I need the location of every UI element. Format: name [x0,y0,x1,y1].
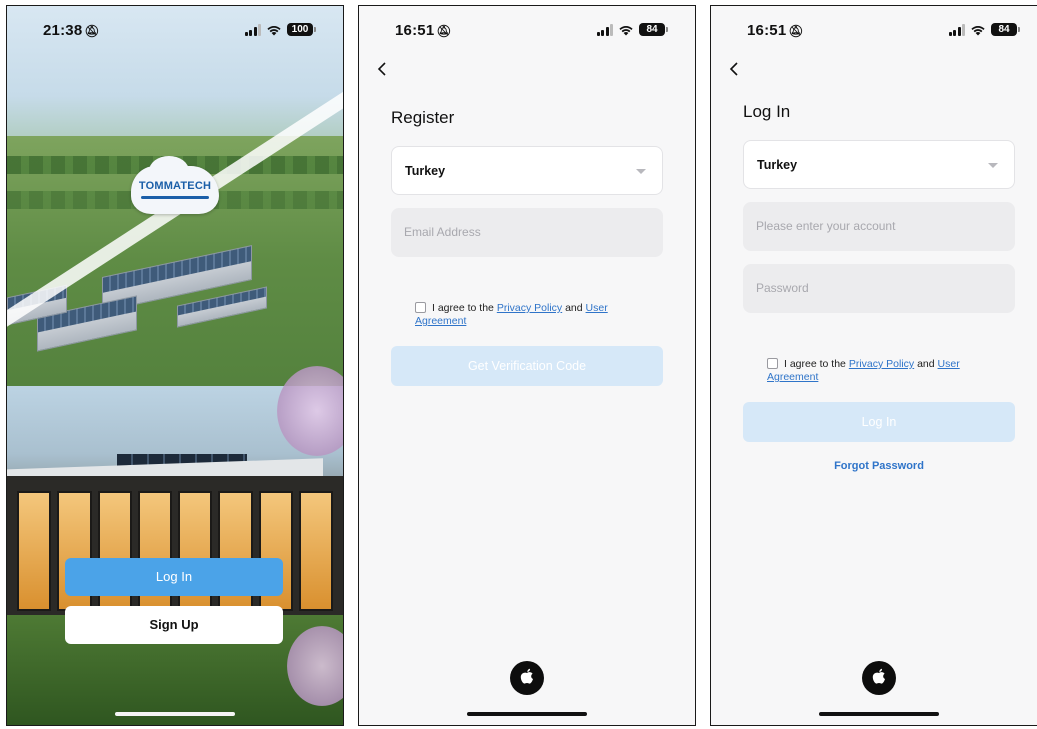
email-input[interactable]: Email Address [391,208,663,257]
login-submit-button[interactable]: Log In [743,402,1015,442]
agreement-row: I agree to the Privacy Policy and User A… [415,302,608,327]
home-indicator [819,712,939,716]
login-screen: 16:51 🔕︎ 84 Log In Turkey Please enter yo… [710,5,1037,726]
bell-slash-icon: 🔕︎ [436,24,452,38]
battery-icon: 84 [991,23,1020,36]
page-title: Log In [743,102,791,121]
status-bar: 21:38 🔕︎ 100 [7,20,343,44]
agree-checkbox[interactable] [767,358,778,369]
signal-icon [596,23,613,36]
battery-icon: 84 [639,23,668,36]
agreement-row: I agree to the Privacy Policy and User A… [767,358,960,383]
dropdown-caret-icon [988,163,998,168]
privacy-policy-link[interactable]: Privacy Policy [497,302,562,314]
home-indicator [115,712,235,716]
brand-logo: TOMMATECH [131,156,219,214]
wifi-icon [619,25,633,35]
back-chevron-icon [729,62,738,76]
signal-icon [244,23,261,36]
country-value: Turkey [405,164,446,178]
login-button[interactable]: Log In [65,558,283,596]
signup-button[interactable]: Sign Up [65,606,283,644]
apple-icon [520,668,533,684]
status-time: 16:51 🔕︎ [395,22,452,39]
country-select[interactable]: Turkey [743,140,1015,189]
back-button[interactable] [377,60,387,81]
apple-signin-button[interactable] [510,661,544,695]
password-input[interactable]: Password [743,264,1015,313]
wifi-icon [267,25,281,35]
page-title: Register [391,108,455,127]
country-value: Turkey [757,158,798,172]
landing-screen: 21:38 🔕︎ 100 TOMMATECH Log In Sign Up [6,5,344,726]
bell-slash-icon: 🔕︎ [788,24,804,38]
signal-icon [948,23,965,36]
status-time: 21:38 🔕︎ [43,22,100,39]
agree-checkbox[interactable] [415,302,426,313]
register-screen: 16:51 🔕︎ 84 Register Turkey Email Address… [358,5,696,726]
status-bar: 16:51 🔕︎ 84 [711,20,1037,44]
forgot-password-link[interactable]: Forgot Password [743,460,1015,472]
get-verification-code-button[interactable]: Get Verification Code [391,346,663,386]
dropdown-caret-icon [636,169,646,174]
privacy-policy-link[interactable]: Privacy Policy [849,358,914,370]
bell-slash-icon: 🔕︎ [84,24,100,38]
back-chevron-icon [377,62,386,76]
status-time: 16:51 🔕︎ [747,22,804,39]
account-input[interactable]: Please enter your account [743,202,1015,251]
country-select[interactable]: Turkey [391,146,663,195]
status-bar: 16:51 🔕︎ 84 [359,20,695,44]
back-button[interactable] [729,60,739,81]
wifi-icon [971,25,985,35]
home-indicator [467,712,587,716]
apple-signin-button[interactable] [862,661,896,695]
battery-icon: 100 [287,23,316,36]
apple-icon [872,668,885,684]
